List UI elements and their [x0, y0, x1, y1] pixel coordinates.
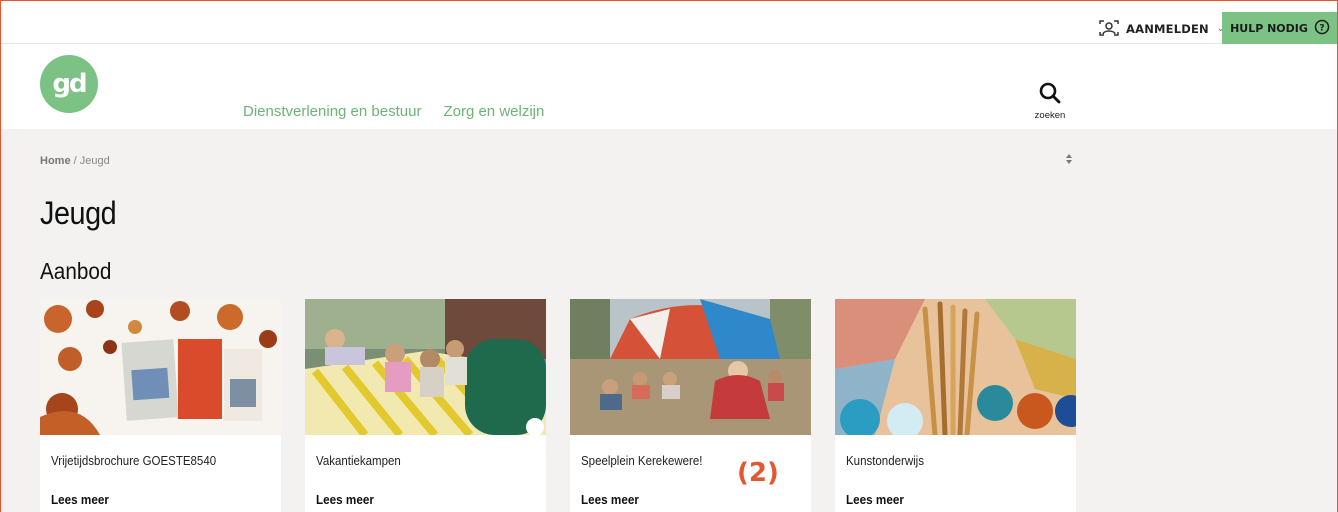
card-read-more-link[interactable]: Lees meer [581, 492, 639, 507]
help-circle-icon: ? [1314, 19, 1330, 38]
card-image [570, 299, 811, 435]
svg-text:?: ? [1319, 23, 1324, 33]
card-title: Kunstonderwijs [846, 454, 924, 468]
top-utility-bar: AANMELDEN ⌄ HULP NODIG ? [0, 12, 1338, 44]
help-label: HULP NODIG [1230, 21, 1308, 35]
card-title: Vrijetijdsbrochure GOESTE8540 [51, 454, 217, 468]
annotation-badge: (2) [737, 458, 779, 488]
main-content: Home / Jeugd Jeugd Aanbod Vrijetijdsbroc… [0, 129, 1338, 512]
sort-icon[interactable] [1065, 153, 1073, 168]
site-logo[interactable]: gd [40, 55, 98, 113]
site-header: gd Dienstverlening en bestuur Zorg en we… [0, 45, 1338, 129]
nav-item-zorg[interactable]: Zorg en welzijn [443, 103, 544, 120]
card-kunstonderwijs[interactable]: Kunstonderwijs Lees meer [835, 299, 1076, 512]
card-title: Vakantiekampen [316, 454, 401, 468]
user-id-icon [1098, 19, 1120, 40]
card-vrijetijdsbrochure[interactable]: Vrijetijdsbrochure GOESTE8540 Lees meer [40, 299, 281, 512]
card-read-more-link[interactable]: Lees meer [846, 492, 904, 507]
card-image [305, 299, 546, 435]
card-image [40, 299, 281, 435]
breadcrumb-separator: / [73, 155, 77, 167]
card-image [835, 299, 1076, 435]
login-button[interactable]: AANMELDEN ⌄ [1098, 18, 1225, 40]
help-button[interactable]: HULP NODIG ? [1222, 12, 1338, 44]
breadcrumb-current: Jeugd [79, 155, 110, 167]
login-label: AANMELDEN [1126, 22, 1209, 36]
card-vakantiekampen[interactable]: Vakantiekampen Lees meer [305, 299, 546, 512]
page-title: Jeugd [40, 195, 117, 231]
search-label: zoeken [1034, 110, 1066, 121]
section-title: Aanbod [40, 258, 112, 284]
main-nav: Dienstverlening en bestuur Zorg en welzi… [243, 103, 544, 120]
search-icon [1038, 82, 1062, 109]
breadcrumb-home[interactable]: Home [40, 155, 71, 167]
card-read-more-link[interactable]: Lees meer [51, 492, 109, 507]
breadcrumb: Home / Jeugd [40, 155, 110, 167]
nav-item-dienstverlening[interactable]: Dienstverlening en bestuur [243, 103, 421, 120]
logo-text: gd [52, 69, 87, 99]
card-title: Speelplein Kerekewere! [581, 454, 703, 468]
search-button[interactable]: zoeken [1030, 81, 1070, 121]
card-read-more-link[interactable]: Lees meer [316, 492, 374, 507]
